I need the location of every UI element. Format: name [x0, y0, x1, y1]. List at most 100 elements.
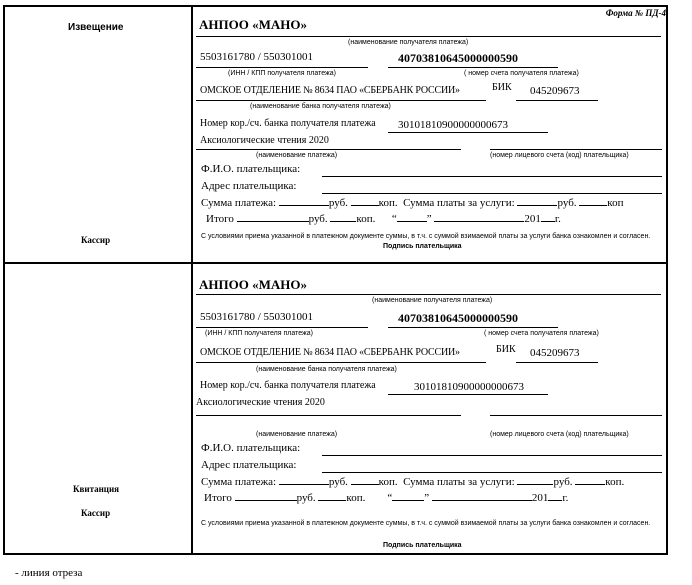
bank-line: [196, 100, 486, 101]
date-month-field[interactable]: [434, 213, 525, 222]
address-line[interactable]: [322, 193, 662, 194]
payee-name: АНПОО «МАНО»: [199, 277, 307, 292]
account-line: [388, 327, 558, 328]
year-field[interactable]: [548, 492, 563, 501]
receipt-cashier: Кассир: [81, 508, 111, 518]
bik-label: БИК: [492, 82, 512, 93]
corr-line: [388, 132, 548, 133]
service-sum-label: Сумма платы за услуги:: [403, 476, 515, 488]
total-kop-label: коп.: [346, 492, 366, 504]
date-month-field[interactable]: [431, 492, 532, 501]
sum-kop-field[interactable]: [350, 476, 379, 485]
service-kop-field[interactable]: [575, 476, 606, 485]
corr-account: 30101810900000000673: [398, 119, 508, 131]
total-row: Итого руб. коп. “” 201 г.: [204, 492, 568, 504]
total-kop-field[interactable]: [318, 492, 347, 501]
fio-line[interactable]: [322, 455, 662, 456]
receipt-title: Квитанция: [73, 484, 120, 494]
date-day-field[interactable]: [396, 213, 427, 222]
bank-caption: (наименование банка получателя платежа): [250, 103, 391, 110]
section-divider: [3, 262, 668, 264]
personal-account-line: [490, 149, 662, 150]
service-rub-label: руб.: [557, 197, 577, 209]
column-divider: [191, 5, 193, 555]
account-number: 40703810645000000590: [398, 51, 518, 65]
year-prefix: 201: [531, 492, 549, 504]
service-kop-field[interactable]: [579, 197, 608, 206]
corr-line: [388, 394, 548, 395]
date-day-field[interactable]: [392, 492, 425, 501]
consent-text: С условиями приема указанной в платежном…: [201, 520, 651, 527]
sum-row: Сумма платежа: руб. коп. Сумма платы за …: [201, 197, 623, 209]
notice-title: Извещение: [68, 22, 124, 33]
year-prefix: 201: [524, 213, 541, 225]
total-kop-label: коп.: [356, 213, 376, 225]
sum-kop-label: коп.: [378, 476, 398, 488]
sum-label: Сумма платежа:: [201, 197, 277, 209]
inn-caption: (ИНН / КПП получателя платежа): [228, 70, 336, 77]
total-rub-label: руб.: [308, 213, 328, 225]
bik-line: [516, 362, 598, 363]
total-kop-field[interactable]: [330, 213, 357, 222]
sum-rub-field[interactable]: [278, 197, 329, 206]
payment-purpose: Аксиологические чтения 2020: [200, 135, 329, 146]
sum-row: Сумма платежа: руб. коп. Сумма платы за …: [201, 476, 624, 488]
fio-label: Ф.И.О. плательщика:: [201, 163, 301, 175]
payee-name: АНПОО «МАНО»: [199, 17, 307, 32]
bank-caption: (наименование банка получателя платежа): [256, 366, 397, 373]
year-suffix: г.: [554, 213, 561, 225]
service-kop-label: коп.: [605, 476, 625, 488]
sum-kop-field[interactable]: [350, 197, 379, 206]
form-number: Форма № ПД-4: [605, 8, 666, 18]
sum-rub-label: руб.: [328, 197, 348, 209]
personal-account-line: [490, 415, 662, 416]
address-label: Адрес плательщика:: [201, 180, 297, 192]
service-rub-field[interactable]: [517, 476, 554, 485]
sum-kop-label: коп.: [378, 197, 398, 209]
inn-kpp: 5503161780 / 550301001: [200, 51, 314, 63]
inn-line: [196, 67, 368, 68]
total-rub-label: руб.: [296, 492, 316, 504]
consent-text: С условиями приема указанной в платежном…: [201, 233, 651, 240]
total-label: Итого: [206, 213, 234, 225]
service-rub-field[interactable]: [517, 197, 558, 206]
corr-label: Номер кор./сч. банка получателя платежа: [200, 118, 376, 129]
payee-name-line: [196, 36, 661, 37]
purpose-line: [196, 149, 461, 150]
payee-name-caption: (наименование получателя платежа): [372, 297, 493, 304]
bank-line: [196, 362, 486, 363]
purpose-caption: (наименование платежа): [256, 152, 338, 159]
account-number: 40703810645000000590: [398, 311, 518, 325]
payee-name-line: [196, 294, 661, 295]
corr-account: 30101810900000000673: [414, 381, 524, 393]
notice-cashier: Кассир: [81, 235, 111, 245]
inn-line: [196, 327, 368, 328]
signature-label: Подпись плательщика: [383, 542, 462, 549]
date-quote-close: ”: [424, 492, 430, 504]
total-label: Итого: [204, 492, 232, 504]
date-quote-close: ”: [426, 213, 432, 225]
total-rub-field[interactable]: [234, 492, 297, 501]
corr-label: Номер кор./сч. банка получателя платежа: [200, 380, 376, 391]
cut-line-note: - линия отреза: [15, 567, 83, 579]
signature-label: Подпись плательщика: [383, 243, 462, 250]
fio-label: Ф.И.О. плательщика:: [201, 442, 301, 454]
total-rub-field[interactable]: [236, 213, 309, 222]
payment-purpose: Аксиологические чтения 2020: [196, 397, 325, 408]
sum-rub-field[interactable]: [278, 476, 329, 485]
address-line[interactable]: [322, 472, 662, 473]
account-caption: ( номер счета получателя платежа): [484, 330, 599, 337]
account-caption: ( номер счета получателя платежа): [464, 70, 579, 77]
account-line: [388, 67, 558, 68]
inn-caption: (ИНН / КПП получателя платежа): [205, 330, 313, 337]
personal-account-caption: (номер лицевого счета (код) плательщика): [490, 152, 629, 159]
bik-label: БИК: [496, 344, 516, 355]
year-field[interactable]: [540, 213, 555, 222]
bik-line: [516, 100, 598, 101]
personal-account-caption: (номер лицевого счета (код) плательщика): [490, 431, 629, 438]
bik-value: 045209673: [530, 85, 580, 97]
total-row: Итого руб. коп. “” 201 г.: [206, 213, 561, 225]
year-suffix: г.: [562, 492, 569, 504]
fio-line[interactable]: [322, 176, 662, 177]
service-sum-label: Сумма платы за услуги:: [403, 197, 515, 209]
